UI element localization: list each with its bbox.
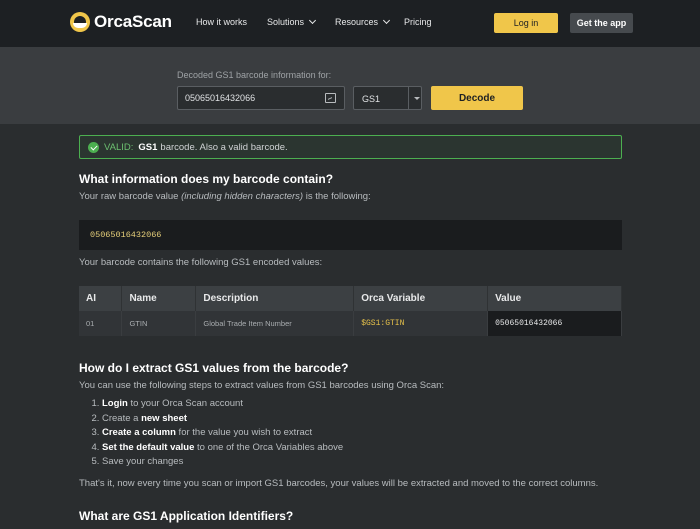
select-caret-icon xyxy=(414,97,420,100)
cell-name: GTIN xyxy=(121,311,197,336)
col-header-name: Name xyxy=(121,286,197,311)
step-strong: Login xyxy=(102,398,128,409)
decoder-panel: Decoded GS1 barcode information for: GS1… xyxy=(0,47,700,124)
valid-type: GS1 xyxy=(138,141,158,153)
valid-message: barcode. Also a valid barcode. xyxy=(160,141,288,153)
list-item: Save your changes xyxy=(102,456,343,471)
get-app-button[interactable]: Get the app xyxy=(570,13,633,33)
raw-intro-b: is the following: xyxy=(303,191,371,202)
orca-logo-icon xyxy=(70,12,90,32)
nav-resources[interactable]: Resources xyxy=(335,16,391,27)
nav-resources-label: Resources xyxy=(335,17,379,27)
orca-logo[interactable]: OrcaScan xyxy=(70,12,172,32)
extract-outro: That's it, now every time you scan or im… xyxy=(79,478,599,489)
col-header-description: Description xyxy=(195,286,355,311)
cell-description: Global Trade Item Number xyxy=(195,311,355,336)
barcode-type-value: GS1 xyxy=(362,94,381,104)
step-pre: Save your changes xyxy=(102,456,184,467)
barcode-type-select[interactable]: GS1 xyxy=(353,86,422,110)
table-row: 01 GTIN Global Trade Item Number $GS1:GT… xyxy=(79,311,622,336)
barcode-input[interactable] xyxy=(177,86,345,110)
logo-text: OrcaScan xyxy=(94,12,172,31)
select-divider xyxy=(408,87,409,109)
decoder-label: Decoded GS1 barcode information for: xyxy=(177,70,332,80)
list-item: Login to your Orca Scan account xyxy=(102,398,343,413)
nav-how-it-works-label: How it works xyxy=(196,17,248,27)
raw-intro-a: Your raw barcode value xyxy=(79,191,182,202)
col-header-value: Value xyxy=(487,286,622,311)
raw-value: 05065016432066 xyxy=(90,230,162,240)
col-header-ai: AI xyxy=(79,286,123,311)
section-title-extract: How do I extract GS1 values from the bar… xyxy=(79,361,349,375)
cell-value: 05065016432066 xyxy=(487,311,622,336)
check-circle-icon xyxy=(88,141,99,153)
step-strong: Create a column xyxy=(102,427,176,438)
step-strong: Set the default value xyxy=(102,441,195,453)
step-rest: to one of the Orca Variables above xyxy=(194,441,344,453)
top-nav: OrcaScan How it works Solutions Resource… xyxy=(0,0,700,47)
chevron-down-icon xyxy=(308,16,317,25)
section-title-info: What information does my barcode contain… xyxy=(79,172,334,186)
cell-ai: 01 xyxy=(79,311,123,336)
list-item: Set the default value to one of the Orca… xyxy=(102,442,343,457)
validation-banner: VALID: GS1 barcode. Also a valid barcode… xyxy=(79,135,622,159)
valid-status: VALID: xyxy=(104,141,134,153)
cell-variable[interactable]: $GS1:GTIN xyxy=(353,311,489,336)
table-header-row: AI Name Description Orca Variable Value xyxy=(79,286,622,311)
extract-intro: You can use the following steps to extra… xyxy=(79,380,445,391)
step-rest: to your Orca Scan account xyxy=(127,398,243,409)
decode-button[interactable]: Decode xyxy=(431,86,523,110)
nav-solutions[interactable]: Solutions xyxy=(267,16,317,27)
login-button[interactable]: Log in xyxy=(494,13,558,33)
step-strong: new sheet xyxy=(141,412,188,424)
raw-value-box: 05065016432066 xyxy=(79,220,622,250)
list-item: Create a column for the value you wish t… xyxy=(102,427,343,442)
step-rest: for the value you wish to extract xyxy=(175,427,313,438)
nav-pricing-label: Pricing xyxy=(404,17,432,27)
gs1-values-table: AI Name Description Orca Variable Value … xyxy=(79,286,622,336)
raw-intro-em: (including hidden characters) xyxy=(181,191,304,202)
chevron-down-icon xyxy=(382,16,391,25)
step-pre: Create a xyxy=(102,412,142,424)
col-header-variable: Orca Variable xyxy=(353,286,489,311)
section-title-ai: What are GS1 Application Identifiers? xyxy=(79,509,294,523)
nav-pricing[interactable]: Pricing xyxy=(404,17,432,27)
nav-how-it-works[interactable]: How it works xyxy=(196,17,247,27)
scan-image-icon[interactable] xyxy=(325,93,336,103)
raw-value-intro: Your raw barcode value (including hidden… xyxy=(79,191,371,202)
extract-steps: Login to your Orca Scan account Create a… xyxy=(91,398,343,471)
list-item: Create a new sheet xyxy=(102,413,343,428)
encoded-values-intro: Your barcode contains the following GS1 … xyxy=(79,257,323,268)
nav-solutions-label: Solutions xyxy=(267,17,305,27)
